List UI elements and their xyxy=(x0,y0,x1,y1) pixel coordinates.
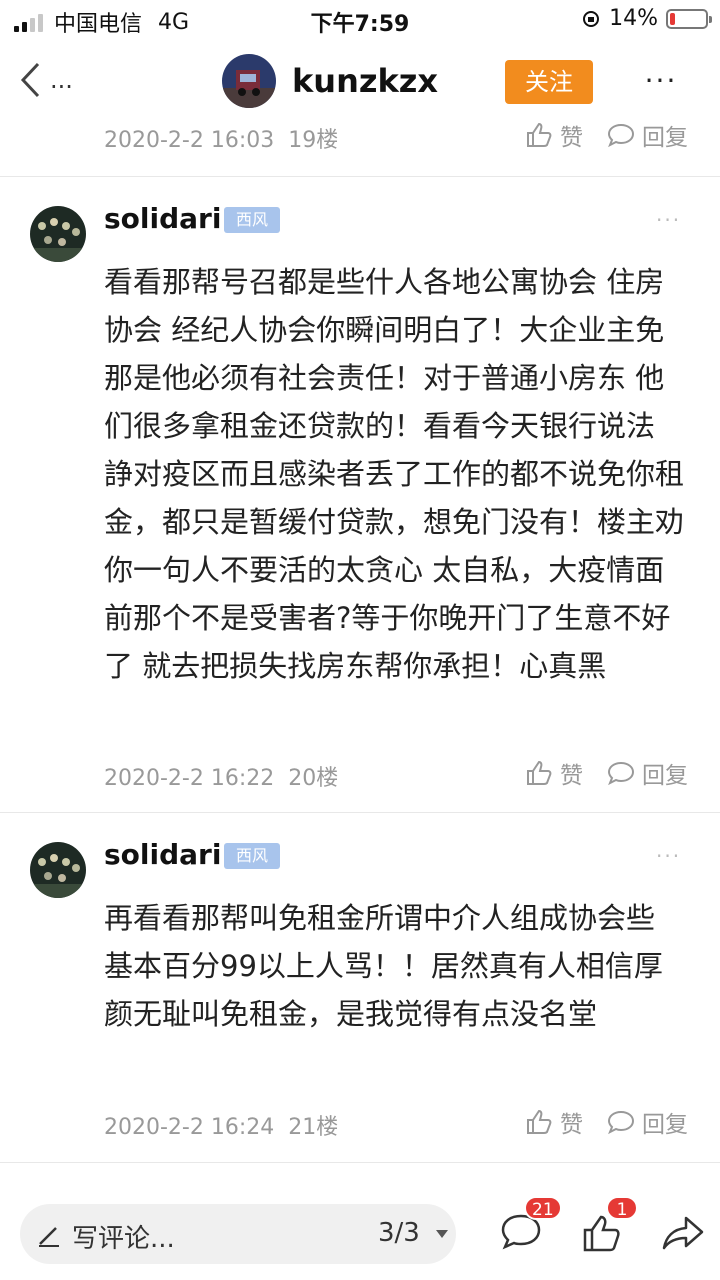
pencil-icon xyxy=(39,1227,59,1247)
like-count-badge: 1 xyxy=(606,1196,638,1220)
back-button[interactable]: ... xyxy=(20,58,90,102)
battery-percent: 14% xyxy=(609,6,658,31)
thumb-up-icon xyxy=(527,760,552,785)
comment-more-button[interactable]: ··· xyxy=(656,208,681,232)
comment-count-badge: 21 xyxy=(524,1196,562,1220)
reply-button[interactable]: 回复 xyxy=(606,118,688,152)
post-meta-19: 2020-2-2 16:03 19楼 赞 回复 xyxy=(104,118,704,153)
comment-username[interactable]: solidari xyxy=(104,202,221,235)
comment-text: 看看那帮号召都是些什人各地公寓协会 住房协会 经纪人协会你瞬间明白了！大企业主免… xyxy=(104,265,685,683)
divider xyxy=(0,1162,720,1163)
status-bar: 中国电信 4G 下午7:59 14% xyxy=(0,0,720,40)
like-button[interactable]: 赞 xyxy=(524,118,583,152)
user-tag-badge: 西风 xyxy=(224,207,280,233)
share-button[interactable] xyxy=(660,1210,706,1256)
post-timestamp: 2020-2-2 16:22 20楼 xyxy=(104,766,339,791)
comment-avatar[interactable] xyxy=(30,842,86,898)
comment-bubble-icon xyxy=(607,123,635,148)
reply-button[interactable]: 回复 xyxy=(606,1105,688,1139)
post-meta-20: 2020-2-2 16:22 20楼 赞 回复 xyxy=(104,756,704,791)
thumb-up-icon xyxy=(527,1109,552,1134)
rotation-lock-icon xyxy=(583,10,600,27)
follow-button[interactable]: 关注 xyxy=(505,60,593,104)
back-ellipsis: ... xyxy=(50,66,73,94)
truck-avatar-image xyxy=(222,54,276,108)
comment-bubble-icon xyxy=(607,1110,635,1135)
write-comment-placeholder: 写评论... xyxy=(72,1224,175,1254)
like-post-button[interactable]: 1 xyxy=(580,1196,638,1256)
post-timestamp: 2020-2-2 16:03 19楼 xyxy=(104,128,339,153)
divider xyxy=(0,176,720,177)
more-menu-button[interactable]: ··· xyxy=(636,64,686,100)
bottom-bar: 写评论... 3/3 21 1 xyxy=(0,1180,720,1280)
page-indicator[interactable]: 3/3 xyxy=(378,1218,420,1248)
comments-button[interactable]: 21 xyxy=(498,1196,562,1256)
battery-icon xyxy=(666,8,712,29)
divider xyxy=(0,812,720,813)
battery-fill xyxy=(670,12,675,25)
comment-bubble-icon xyxy=(607,761,635,786)
status-right: 14% xyxy=(581,6,712,31)
caret-down-icon[interactable] xyxy=(436,1230,448,1238)
comment-avatar[interactable] xyxy=(30,206,86,262)
comment-text: 再看看那帮叫免租金所谓中介人组成协会些 基本百分99以上人骂！！居然真有人相信厚… xyxy=(104,901,663,1031)
like-button[interactable]: 赞 xyxy=(524,756,583,790)
write-comment-input[interactable]: 写评论... 3/3 xyxy=(20,1204,456,1264)
nav-bar: ... kunzkzx 关注 ··· xyxy=(0,40,720,120)
chevron-left-icon xyxy=(20,62,40,98)
post-timestamp: 2020-2-2 16:24 21楼 xyxy=(104,1115,339,1140)
thumb-up-icon xyxy=(527,122,552,147)
user-avatar[interactable] xyxy=(222,54,276,108)
comment-more-button[interactable]: ··· xyxy=(656,844,681,868)
comment-username[interactable]: solidari xyxy=(104,838,221,871)
post-meta-21: 2020-2-2 16:24 21楼 赞 回复 xyxy=(104,1105,704,1140)
share-arrow-icon xyxy=(662,1216,704,1250)
avatar-image xyxy=(30,206,86,262)
nav-username[interactable]: kunzkzx xyxy=(292,62,438,100)
avatar-image xyxy=(30,842,86,898)
like-button[interactable]: 赞 xyxy=(524,1105,583,1139)
reply-button[interactable]: 回复 xyxy=(606,756,688,790)
user-tag-badge: 西风 xyxy=(224,843,280,869)
